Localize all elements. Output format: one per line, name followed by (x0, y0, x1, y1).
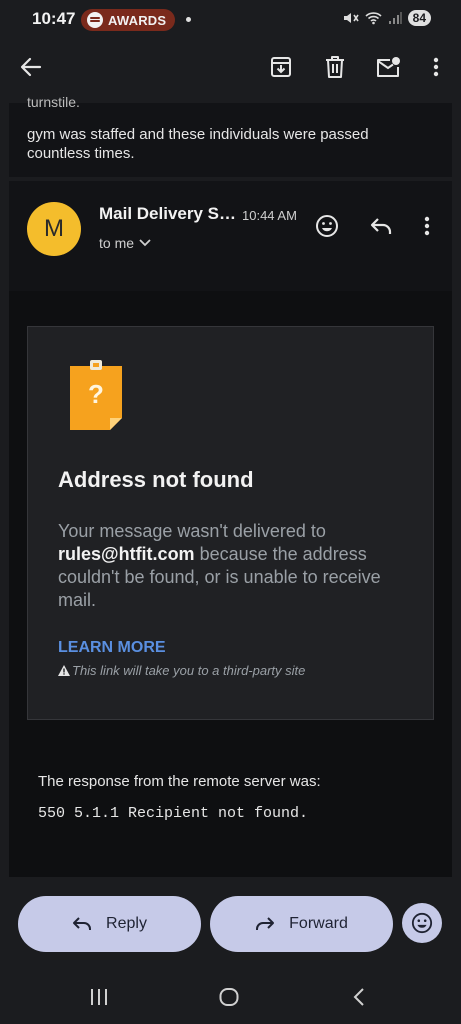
previous-message-body: gym was staffed and these individuals we… (27, 126, 369, 162)
delete-button[interactable] (318, 50, 352, 84)
archive-icon (271, 57, 291, 77)
reply-icon (370, 218, 392, 234)
notification-pill[interactable]: AWARDS (81, 9, 175, 31)
home-icon (219, 988, 239, 1006)
sender-name: Mail Delivery S… (99, 204, 237, 223)
archive-button[interactable] (264, 50, 298, 84)
react-emoji-button[interactable] (402, 903, 442, 943)
recipient-label: to me (99, 235, 135, 251)
arrow-left-icon (20, 57, 42, 77)
mute-icon (343, 13, 359, 23)
reply-button[interactable]: Reply (18, 896, 201, 952)
recents-button[interactable] (84, 982, 114, 1012)
status-bar: 10:47 AWARDS 84 (0, 0, 461, 40)
bounce-address: rules@htfit.com (58, 544, 195, 564)
svg-text:?: ? (88, 379, 104, 409)
notification-dot (186, 17, 191, 22)
notification-pill-label: AWARDS (108, 12, 167, 28)
bounce-notice: ? Address not found Your message wasn't … (27, 326, 434, 720)
previous-message[interactable]: turnstile. gym was staffed and these ind… (9, 94, 452, 177)
emoji-icon (316, 215, 338, 237)
more-vert-icon (433, 57, 439, 77)
bounce-description: Your message wasn't delivered to rules@h… (58, 520, 413, 612)
back-chevron-icon (353, 988, 364, 1006)
system-navigation-bar (0, 968, 461, 1024)
forward-button-label: Forward (289, 915, 348, 932)
system-icons: 84 (343, 10, 431, 26)
response-label: The response from the remote server was: (38, 773, 321, 790)
status-time: 10:47 (32, 9, 76, 28)
learn-more-link[interactable]: LEARN MORE (58, 639, 166, 657)
message-more-button[interactable] (417, 211, 437, 241)
mark-unread-button[interactable] (371, 50, 405, 84)
emoji-icon (411, 912, 433, 934)
chevron-down-icon (139, 239, 151, 247)
forward-icon (256, 917, 275, 930)
bounce-desc-pre: Your message wasn't delivered to (58, 521, 326, 541)
system-back-button[interactable] (344, 982, 374, 1012)
avatar[interactable]: M (27, 202, 81, 256)
previous-message-cut-text: turnstile. (27, 94, 80, 110)
forward-button[interactable]: Forward (210, 896, 393, 952)
unknown-address-icon: ? (70, 360, 122, 430)
response-code: 550 5.1.1 Recipient not found. (38, 805, 309, 822)
third-party-warning: This link will take you to a third-party… (58, 663, 305, 678)
reply-button-label: Reply (106, 915, 147, 932)
back-button[interactable] (14, 50, 48, 84)
recipient-toggle[interactable]: to me (99, 235, 152, 251)
message-card: M Mail Delivery S… 10:44 AM to me ? Addr… (9, 181, 452, 877)
recents-icon (91, 989, 107, 1005)
warning-icon (58, 665, 70, 676)
spotify-icon (87, 12, 103, 28)
mail-unread-icon (377, 57, 400, 77)
add-reaction-button[interactable] (312, 211, 342, 241)
message-time: 10:44 AM (242, 208, 297, 223)
top-app-bar (0, 40, 461, 102)
more-vert-icon (424, 216, 430, 236)
signal-icon (388, 12, 402, 24)
trash-icon (326, 56, 344, 78)
reply-icon (73, 917, 92, 930)
home-button[interactable] (214, 982, 244, 1012)
reply-icon-button[interactable] (366, 211, 396, 241)
more-options-button[interactable] (424, 50, 448, 84)
battery-indicator: 84 (407, 10, 431, 26)
wifi-icon (365, 12, 382, 25)
third-party-warning-text: This link will take you to a third-party… (72, 663, 306, 678)
bounce-title: Address not found (58, 467, 254, 492)
